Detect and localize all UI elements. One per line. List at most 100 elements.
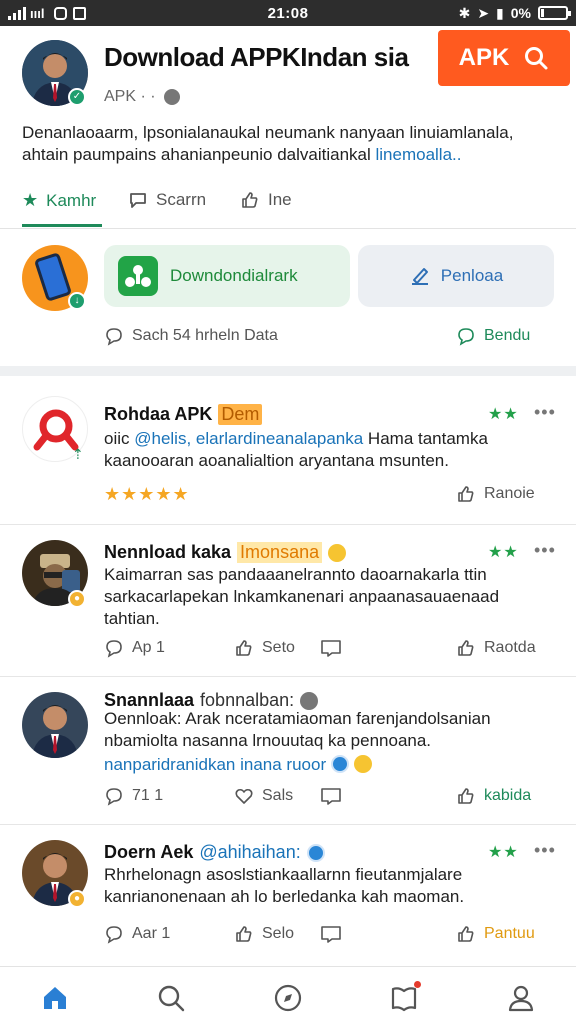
nav-search[interactable] (156, 983, 186, 1013)
like-button[interactable]: Selo (234, 924, 294, 944)
person-photo-icon (22, 692, 88, 758)
bookmark-icon (391, 987, 417, 1012)
post-author[interactable]: Rohdaa APK Dem (104, 404, 263, 425)
comment-button[interactable]: Ap 1 (104, 638, 165, 658)
post-green-stars: ★★ (488, 844, 519, 861)
nav-home[interactable] (40, 983, 70, 1013)
comment-icon (130, 193, 146, 208)
description-line-1: Denanlaoaarm, lpsonialanaukal neumank na… (22, 123, 514, 142)
app-screen: ıııl 21:08 ✱ ➤ ▮ 0% ✓ Download APPKIndan… (0, 0, 576, 1024)
share-button[interactable] (320, 924, 342, 944)
verified-badge-icon: ✓ (68, 88, 86, 106)
post-extra-link-text: nanparidranidkan inana ruoor (104, 755, 327, 774)
tab-search[interactable]: Scarrn (128, 190, 206, 210)
like-label: Seto (262, 639, 295, 656)
bottom-nav (0, 966, 576, 1024)
post-extra-link[interactable]: nanparidranidkan inana ruoor (104, 754, 544, 776)
signal-icon (8, 6, 26, 20)
heart-icon (235, 788, 253, 804)
description-line-2-text: ahtain paumpains ahanianpeunio dalvaitia… (22, 145, 376, 164)
more-options-icon[interactable]: ••• (534, 540, 556, 561)
message-icon (321, 926, 341, 943)
status-time: 21:08 (267, 4, 309, 22)
notification-dot-icon (414, 981, 421, 988)
tab-home[interactable]: ★ Kamhr (22, 190, 96, 211)
thumbs-up-icon (458, 486, 474, 502)
download-button-label: Downdondialrark (170, 266, 298, 285)
post-green-stars: ★★ (488, 544, 519, 561)
post-body: Rhrhelonagn asoslstiankaallarnn fieutanm… (104, 865, 465, 906)
post-tag: Dem (218, 404, 263, 425)
description-link[interactable]: linemoalla.. (376, 145, 462, 164)
post-author-name: Nennload kaka (104, 542, 232, 562)
post-separator (0, 524, 576, 525)
app-icon (73, 6, 87, 20)
smile-emoji-icon (328, 543, 347, 562)
like-button[interactable]: Seto (234, 638, 295, 658)
comment-button[interactable]: 71 1 (104, 786, 163, 806)
tab-like-label: Ine (268, 190, 292, 209)
comment-icon (106, 788, 122, 806)
reply-button[interactable]: Raotda (456, 638, 536, 658)
download-meta-right[interactable]: Bendu (456, 326, 530, 346)
search-icon (525, 47, 548, 70)
post-handle: @ahihaihan: (199, 842, 301, 862)
download-meta-left[interactable]: Sach 54 hrheln Data (104, 326, 278, 346)
post-body: oiic @helis, elarlardineanalapanka Hama … (104, 428, 544, 472)
bluetooth-icon: ✱ (458, 4, 471, 21)
nav-notifications[interactable] (389, 981, 421, 1013)
home-icon (44, 987, 66, 1009)
smile-emoji-icon (353, 755, 372, 773)
comment-icon (106, 926, 122, 944)
description-line-2: ahtain paumpains ahanianpeunio dalvaitia… (22, 144, 556, 166)
tab-bar: ★ Kamhr Scarrn Ine (0, 180, 576, 226)
location-icon: ➤ (477, 4, 490, 21)
post-tag: Imonsana (237, 542, 323, 563)
reply-label: kabida (484, 787, 532, 804)
chat-icon (458, 328, 474, 346)
thumbs-up-icon (236, 926, 252, 942)
download-button[interactable]: Downdondialrark (104, 245, 350, 307)
thumbs-up-icon (242, 192, 258, 208)
tab-like[interactable]: Ine (240, 190, 292, 210)
share-button[interactable] (320, 786, 342, 806)
more-options-icon[interactable]: ••• (534, 402, 556, 423)
battery-percent: 0% (510, 5, 531, 21)
apk-search-button[interactable]: APK (438, 30, 570, 86)
post-actions: 71 1 Sals kabida (104, 786, 544, 810)
download-badge-icon: ↓ (68, 292, 86, 310)
preload-button[interactable]: Penloaa (358, 245, 554, 307)
post-avatar[interactable] (22, 692, 88, 758)
post-body-prefix: oiic (104, 429, 135, 448)
like-label: Selo (262, 925, 295, 942)
gold-badge-icon: ● (68, 890, 86, 908)
more-options-icon[interactable]: ••• (534, 840, 556, 861)
post-author[interactable]: Nennload kaka Imonsana (104, 542, 347, 563)
tab-search-label: Scarrn (156, 190, 207, 209)
tabs-divider (0, 228, 576, 229)
user-icon (508, 985, 534, 1012)
post-green-stars: ★★ (488, 406, 519, 423)
android-app-icon (118, 256, 158, 296)
post-actions: Ap 1 Seto Raotda (104, 638, 544, 662)
nav-explore[interactable] (273, 983, 303, 1013)
post-body-link[interactable]: @helis, elarlardineanalapanka (134, 429, 363, 448)
comment-icon (106, 328, 122, 346)
compass-icon (274, 984, 302, 1012)
comment-button[interactable]: Aar 1 (104, 924, 170, 944)
nav-profile[interactable] (506, 983, 536, 1013)
subtitle-text: APK · · (104, 88, 156, 105)
post-author[interactable]: Doern Aek @ahihaihan: (104, 842, 325, 863)
reply-button[interactable]: Pantuu (456, 924, 535, 944)
share-button[interactable] (320, 638, 342, 658)
phone-icon (33, 252, 73, 302)
reply-label: Ranoie (484, 485, 535, 502)
like-button[interactable]: Sals (234, 786, 293, 806)
page-title: Download APPKIndan sia (104, 42, 409, 72)
gold-badge-icon: ● (68, 590, 86, 608)
reply-button[interactable]: kabida (456, 786, 531, 806)
download-meta-right-text: Bendu (484, 327, 531, 344)
reply-button[interactable]: Ranoie (456, 484, 535, 504)
star-icon: ★ (22, 190, 39, 210)
page-subtitle: APK · · (104, 88, 180, 106)
